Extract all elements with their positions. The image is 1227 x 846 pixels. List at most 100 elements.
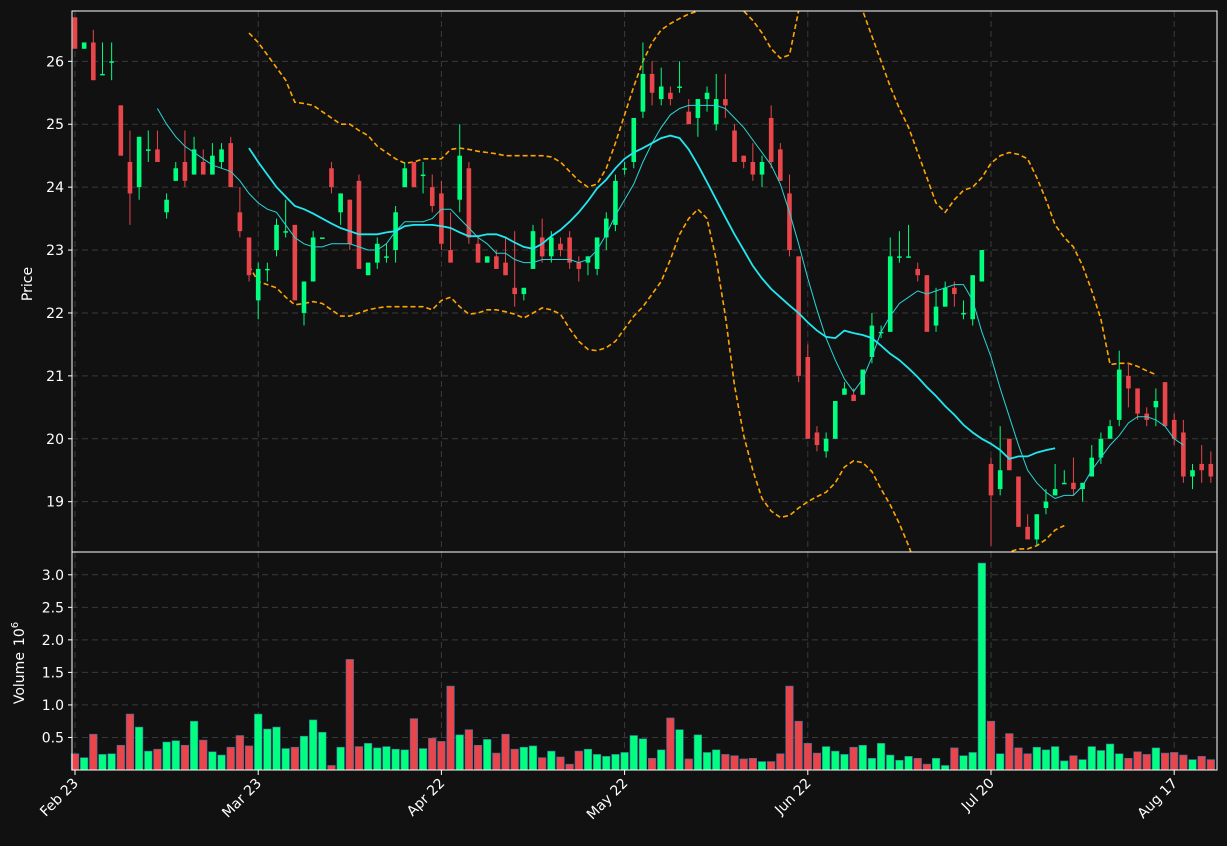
volume-bar-up [391, 748, 400, 771]
candle-body-down [851, 394, 856, 402]
candle-body-down [1007, 438, 1012, 471]
candle-body-down [805, 356, 811, 439]
volume-bar-up [702, 752, 712, 771]
volume-bar-up [455, 734, 464, 771]
candle-body-down [1126, 375, 1131, 389]
volume-bar-up [977, 562, 986, 771]
candle-body-down [91, 42, 96, 81]
candle-body-up [842, 388, 847, 395]
candle-body-up [109, 61, 114, 63]
candle-body-down [1135, 388, 1140, 414]
volume-bar-up [886, 754, 895, 771]
candle-body-down [155, 149, 160, 162]
volume-bar-down [812, 752, 822, 771]
candle-body-up [887, 256, 893, 332]
candle-body-down [466, 168, 472, 238]
volume-bar-down [473, 744, 483, 771]
volume-bar-down [556, 756, 565, 771]
volume-bar-down [684, 758, 693, 771]
volume-bar-up [400, 749, 409, 771]
volume-bar-down [721, 754, 730, 771]
candle-body-down [741, 155, 746, 162]
volume-bar-down [1197, 756, 1206, 771]
candle-body-down [1208, 463, 1214, 477]
candle-body-down [649, 73, 655, 93]
volume-tick-label: 2.0 [42, 633, 64, 649]
candle-body-up [640, 73, 646, 112]
volume-bar-down [1170, 752, 1179, 771]
volume-bar-down [290, 746, 299, 771]
volume-bar-up [107, 753, 116, 771]
candle-body-up [933, 306, 939, 326]
candle-body-down [915, 268, 921, 276]
candle-body-down [127, 161, 133, 194]
volume-tick-label: 2.5 [42, 600, 64, 616]
volume-bar-down [739, 758, 748, 771]
candle-body-down [329, 168, 334, 188]
volume-bar-up [272, 726, 281, 771]
volume-bar-down [1023, 753, 1032, 771]
volume-bar-down [913, 757, 922, 771]
volume-bar-down [1014, 747, 1023, 771]
volume-bar-up [712, 749, 721, 771]
price-tick-label: 25 [46, 117, 64, 133]
volume-bar-up [1060, 760, 1069, 771]
candle-body-down [237, 212, 243, 232]
volume-bar-down [666, 717, 675, 771]
volume-bar-up [144, 750, 153, 771]
candle-body-up [759, 161, 765, 175]
candle-body-down [924, 275, 930, 332]
candle-body-up [942, 287, 948, 307]
candle-body-up [136, 136, 142, 188]
candle-body-up [549, 237, 554, 257]
candle-body-down [1181, 432, 1186, 477]
volume-bar-down [89, 733, 98, 771]
volume-bar-up [281, 748, 290, 771]
volume-bar-up [757, 761, 767, 771]
volume-bar-up [867, 757, 877, 771]
volume-bar-down [327, 765, 336, 771]
volume-bar-up [931, 757, 941, 771]
candle-body-down [668, 92, 673, 100]
volume-axis-scale-base: 10 [12, 628, 28, 646]
candle-body-down [503, 262, 508, 276]
candle-body-down [778, 149, 783, 181]
candle-body-down [429, 187, 435, 207]
candle-body-down [952, 287, 957, 295]
candle-body-up [1043, 501, 1049, 508]
volume-bar-up [171, 740, 180, 771]
volume-bar-up [382, 746, 391, 771]
volume-axis-label: Volume 106 [10, 622, 28, 704]
volume-bar-down [849, 746, 858, 771]
candle-body-up [622, 168, 627, 170]
candle-body-down [1016, 476, 1021, 527]
volume-bar-down [794, 720, 803, 771]
volume-bar-down [116, 744, 125, 771]
volume-bar-down [1179, 754, 1188, 771]
price-tick-label: 24 [46, 180, 64, 196]
volume-bar-up [1115, 753, 1124, 771]
candle-body-up [484, 256, 490, 263]
volume-bar-up [80, 757, 89, 771]
candle-body-up [265, 268, 270, 271]
volume-bar-up [135, 726, 144, 771]
volume-tick-label: 0.5 [42, 730, 64, 746]
volume-bar-down [574, 750, 583, 771]
candle-body-up [1034, 514, 1040, 540]
candle-body-down [787, 193, 792, 251]
volume-bar-up [1096, 750, 1106, 771]
volume-bar-up [638, 738, 648, 771]
volume-bar-up [593, 754, 602, 771]
candle-body-down [768, 117, 774, 162]
price-tick-label: 26 [46, 54, 64, 70]
candle-body-up [1190, 470, 1195, 477]
volume-tick-label: 3.0 [42, 568, 64, 584]
volume-bar-down [501, 733, 510, 771]
candle-body-down [796, 256, 801, 376]
volume-bar-down [180, 744, 190, 771]
volume-bar-up [162, 741, 171, 771]
volume-bar-down [1160, 752, 1170, 771]
volume-bar-up [840, 754, 849, 771]
volume-bar-up [364, 743, 373, 771]
candle-body-up [164, 199, 169, 213]
